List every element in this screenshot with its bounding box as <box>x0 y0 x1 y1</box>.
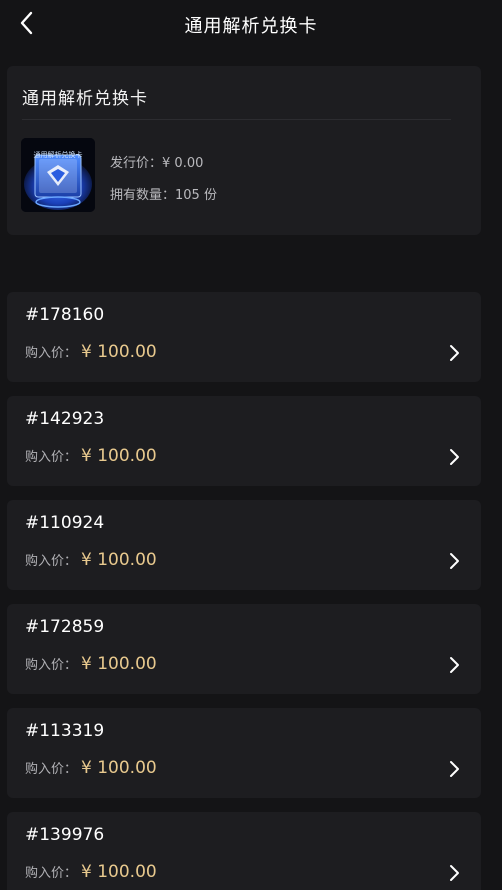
purchase-price-label: 购入价： <box>25 554 78 569</box>
chevron-right-icon <box>450 865 459 881</box>
purchase-price: 购入价： ¥ 100.00 <box>25 862 157 882</box>
thumbnail-caption: 通用解析兑换卡 <box>33 151 83 159</box>
chevron-right-icon <box>450 657 459 673</box>
chevron-right-icon <box>450 345 459 361</box>
chevron-right-icon <box>450 553 459 569</box>
purchase-price-value: ¥ 100.00 <box>81 550 157 570</box>
chevron-right-icon <box>450 449 459 465</box>
purchase-price-value: ¥ 100.00 <box>81 862 157 882</box>
purchase-price-label: 购入价： <box>25 450 78 465</box>
owned-quantity-value: 105 份 <box>175 188 217 203</box>
item-id: #113319 <box>25 721 105 741</box>
list-item[interactable]: #110924 购入价： ¥ 100.00 <box>7 500 481 590</box>
list-item[interactable]: #172859 购入价： ¥ 100.00 <box>7 604 481 694</box>
purchase-price: 购入价： ¥ 100.00 <box>25 654 157 674</box>
item-id: #139976 <box>25 825 105 845</box>
divider <box>22 119 451 120</box>
issue-price-value: ¥ 0.00 <box>162 156 204 171</box>
card-thumbnail: 通用解析兑换卡 <box>21 138 95 212</box>
item-id: #172859 <box>25 617 105 637</box>
page-title: 通用解析兑换卡 <box>184 16 318 37</box>
list-item[interactable]: #178160 购入价： ¥ 100.00 <box>7 292 481 382</box>
asset-detail-page: 通用解析兑换卡 通用解析兑换卡 通用解析兑换卡 发行价：¥ 0.00 拥有数量：… <box>0 0 502 890</box>
owned-quantity-label: 拥有数量： <box>110 188 176 203</box>
chevron-right-icon <box>450 761 459 777</box>
purchase-price: 购入价： ¥ 100.00 <box>25 446 157 466</box>
purchase-price-label: 购入价： <box>25 762 78 777</box>
purchase-price-label: 购入价： <box>25 658 78 673</box>
item-id: #178160 <box>25 305 105 325</box>
purchase-price-label: 购入价： <box>25 866 78 881</box>
purchase-price-value: ¥ 100.00 <box>81 758 157 778</box>
purchase-price: 购入价： ¥ 100.00 <box>25 550 157 570</box>
purchase-price-value: ¥ 100.00 <box>81 654 157 674</box>
purchase-price-value: ¥ 100.00 <box>81 342 157 362</box>
purchase-price-value: ¥ 100.00 <box>81 446 157 466</box>
item-id: #110924 <box>25 513 105 533</box>
list-item[interactable]: #139976 购入价： ¥ 100.00 <box>7 812 481 890</box>
purchase-price-label: 购入价： <box>25 346 78 361</box>
summary-title: 通用解析兑换卡 <box>22 89 148 109</box>
issue-price-label: 发行价： <box>110 156 163 171</box>
owned-quantity: 拥有数量：105 份 <box>110 184 217 203</box>
issue-price: 发行价：¥ 0.00 <box>110 152 203 171</box>
purchase-price: 购入价： ¥ 100.00 <box>25 758 157 778</box>
item-id: #142923 <box>25 409 105 429</box>
purchase-price: 购入价： ¥ 100.00 <box>25 342 157 362</box>
list-item[interactable]: #142923 购入价： ¥ 100.00 <box>7 396 481 486</box>
summary-card: 通用解析兑换卡 通用解析兑换卡 发行价：¥ 0.00 拥有数量：105 份 <box>7 66 481 235</box>
top-nav-bar: 通用解析兑换卡 <box>0 0 502 50</box>
list-item[interactable]: #113319 购入价： ¥ 100.00 <box>7 708 481 798</box>
